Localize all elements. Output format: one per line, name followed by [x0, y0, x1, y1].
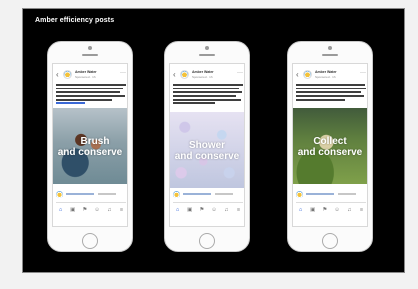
avatar[interactable] — [303, 70, 312, 79]
speaker-grille — [82, 54, 98, 56]
image-caption-line2: and conserve — [57, 147, 123, 158]
more-icon[interactable]: ··· — [120, 70, 126, 76]
post-footer — [296, 190, 366, 200]
image-caption-line1: Shower — [188, 140, 226, 151]
speaker-grille — [322, 54, 338, 56]
logo-icon — [173, 191, 180, 198]
post-header: ‹ Amber Water Sponsored · 1h ··· — [56, 70, 126, 82]
page-name[interactable]: Amber Water — [315, 70, 337, 74]
video-icon[interactable]: ▣ — [68, 207, 77, 214]
phone-mockup-collect: ‹ Amber Water Sponsored · 1h ··· Collect… — [287, 41, 373, 252]
footer-link[interactable] — [306, 193, 334, 195]
people-icon[interactable]: ☺ — [333, 207, 342, 214]
image-caption-line1: Collect — [313, 136, 347, 147]
bottom-nav: ⌂ ▣ ⚑ ☺ ♫ ≡ — [296, 207, 366, 214]
post-body-text — [296, 84, 366, 102]
post-image[interactable]: Shower and conserve — [170, 112, 244, 188]
speaker-grille — [199, 54, 215, 56]
bell-icon[interactable]: ♫ — [345, 207, 354, 214]
page-name[interactable]: Amber Water — [75, 70, 97, 74]
logo-icon — [56, 191, 63, 198]
menu-icon[interactable]: ≡ — [234, 207, 243, 214]
image-caption-line2: and conserve — [297, 147, 363, 158]
image-caption-line2: and conserve — [174, 151, 240, 162]
post-header: ‹ Amber Water Sponsored · 1h ··· — [296, 70, 366, 82]
camera-icon — [328, 46, 332, 50]
home-icon[interactable]: ⌂ — [56, 207, 65, 214]
bell-icon[interactable]: ♫ — [105, 207, 114, 214]
menu-icon[interactable]: ≡ — [117, 207, 126, 214]
flag-icon[interactable]: ⚑ — [197, 207, 206, 214]
post-header: ‹ Amber Water Sponsored · 1h ··· — [173, 70, 243, 82]
phone-screen: ‹ Amber Water Sponsored · 1h ··· Collect… — [292, 63, 368, 227]
footer-text — [98, 193, 116, 195]
video-icon[interactable]: ▣ — [185, 207, 194, 214]
divider — [296, 202, 366, 203]
divider — [173, 202, 243, 203]
more-icon[interactable]: ··· — [360, 70, 366, 76]
more-icon[interactable]: ··· — [237, 70, 243, 76]
flag-icon[interactable]: ⚑ — [80, 207, 89, 214]
camera-icon — [205, 46, 209, 50]
page-name[interactable]: Amber Water — [192, 70, 214, 74]
logo-icon — [296, 191, 303, 198]
phone-screen: ‹ Amber Water Sponsored · 1h ··· Brush a… — [52, 63, 128, 227]
phone-mockup-shower: ‹ Amber Water Sponsored · 1h ··· Shower … — [164, 41, 250, 252]
footer-link[interactable] — [66, 193, 94, 195]
home-button[interactable] — [322, 233, 338, 249]
chevron-left-icon[interactable]: ‹ — [56, 71, 59, 79]
menu-icon[interactable]: ≡ — [357, 207, 366, 214]
divider — [56, 202, 126, 203]
phone-screen: ‹ Amber Water Sponsored · 1h ··· Shower … — [169, 63, 245, 227]
home-button[interactable] — [199, 233, 215, 249]
chevron-left-icon[interactable]: ‹ — [173, 71, 176, 79]
avatar[interactable] — [63, 70, 72, 79]
bottom-nav: ⌂ ▣ ⚑ ☺ ♫ ≡ — [56, 207, 126, 214]
post-link[interactable] — [56, 102, 86, 105]
phone-mockup-brush: ‹ Amber Water Sponsored · 1h ··· Brush a… — [47, 41, 133, 252]
post-body-text — [56, 84, 126, 105]
camera-icon — [88, 46, 92, 50]
footer-text — [338, 193, 356, 195]
avatar[interactable] — [180, 70, 189, 79]
presentation-slide: Amber efficiency posts ‹ Amber Water Spo… — [22, 8, 405, 273]
home-button[interactable] — [82, 233, 98, 249]
post-image[interactable]: Brush and conserve — [53, 108, 127, 184]
bottom-nav: ⌂ ▣ ⚑ ☺ ♫ ≡ — [173, 207, 243, 214]
chevron-left-icon[interactable]: ‹ — [296, 71, 299, 79]
image-caption-line1: Brush — [80, 136, 110, 147]
home-icon[interactable]: ⌂ — [296, 207, 305, 214]
footer-text — [215, 193, 233, 195]
post-meta: Sponsored · 1h — [315, 75, 336, 79]
post-image[interactable]: Collect and conserve — [293, 108, 367, 184]
home-icon[interactable]: ⌂ — [173, 207, 182, 214]
slide-title: Amber efficiency posts — [35, 17, 115, 24]
footer-link[interactable] — [183, 193, 211, 195]
flag-icon[interactable]: ⚑ — [320, 207, 329, 214]
post-footer — [173, 190, 243, 200]
bell-icon[interactable]: ♫ — [222, 207, 231, 214]
post-meta: Sponsored · 1h — [75, 75, 96, 79]
post-body-text — [173, 84, 243, 106]
people-icon[interactable]: ☺ — [210, 207, 219, 214]
post-meta: Sponsored · 1h — [192, 75, 213, 79]
video-icon[interactable]: ▣ — [308, 207, 317, 214]
post-footer — [56, 190, 126, 200]
people-icon[interactable]: ☺ — [93, 207, 102, 214]
